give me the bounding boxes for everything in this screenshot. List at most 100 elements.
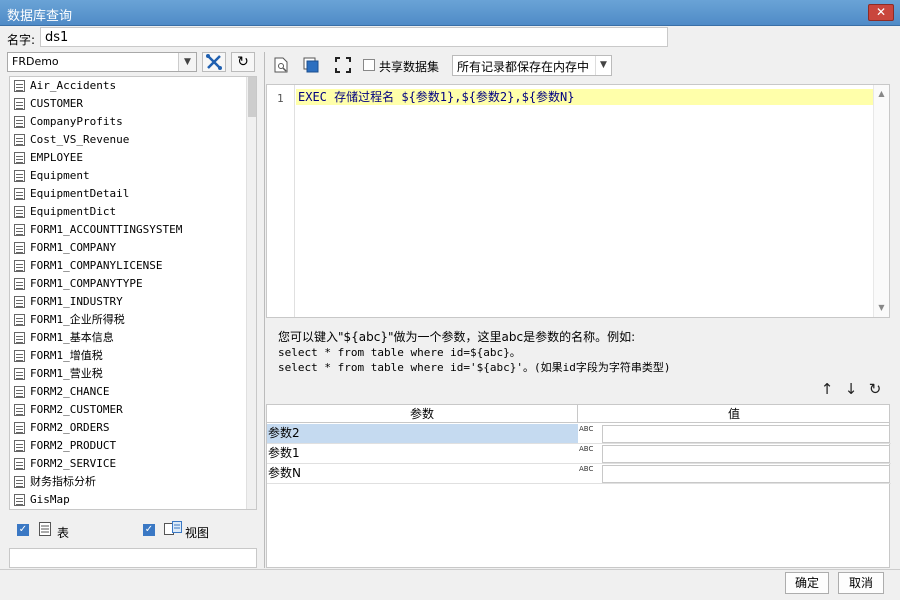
scroll-down-icon[interactable]: ▼ [874, 301, 889, 315]
tools-icon [206, 54, 222, 70]
scroll-up-icon[interactable]: ▲ [874, 87, 889, 101]
table-icon [39, 522, 51, 536]
close-button[interactable]: ✕ [868, 4, 894, 21]
table-list-scrollbar[interactable] [246, 77, 256, 509]
refresh-tables-button[interactable]: ↻ [231, 52, 255, 72]
show-tables-label: 表 [57, 526, 70, 540]
table-list-item[interactable]: 财务指标分析 [10, 473, 256, 491]
table-icon [14, 278, 25, 290]
table-name: EquipmentDetail [30, 187, 130, 200]
parameter-hint: 您可以键入"${abc}"做为一个参数，这里abc是参数的名称。例如: sele… [278, 328, 878, 374]
string-type-icon[interactable]: ABC [579, 465, 601, 483]
table-icon [14, 404, 25, 416]
left-panel: FRDemo ▼ ↻ Air_Accidents CUSTOMER CompanyP… [7, 52, 259, 568]
table-icon [14, 116, 25, 128]
parameter-table: 参数 值 参数2 ABC 参数1 ABC 参数N ABC [266, 404, 891, 568]
sql-code-line[interactable]: EXEC 存储过程名 ${参数1},${参数2},${参数N} [296, 89, 874, 105]
arrow-up-icon[interactable]: ↑ [818, 380, 836, 398]
table-list-item[interactable]: CUSTOMER [10, 95, 256, 113]
table-name: EMPLOYEE [30, 151, 83, 164]
share-dataset-label: 共享数据集 [379, 60, 440, 74]
arrow-down-icon[interactable]: ↓ [842, 380, 860, 398]
name-input[interactable] [40, 27, 668, 47]
table-icon [14, 296, 25, 308]
maximize-editor-button[interactable] [332, 54, 354, 76]
parameter-name[interactable]: 参数N [267, 464, 578, 483]
hint-line-3: select * from table where id='${abc}'。(如… [278, 361, 671, 374]
table-name: FORM1_INDUSTRY [30, 295, 123, 308]
table-name: FORM2_SERVICE [30, 457, 117, 470]
table-list-item[interactable]: FORM2_ORDERS [10, 419, 256, 437]
table-list-item[interactable]: FORM2_SERVICE [10, 455, 256, 473]
table-list-item[interactable]: EMPLOYEE [10, 149, 256, 167]
table-list-item[interactable]: EquipmentDict [10, 203, 256, 221]
table-list-item[interactable]: Air_Accidents [10, 77, 256, 95]
column-header-parameter[interactable]: 参数 [267, 405, 578, 423]
table-list-item[interactable]: FORM1_ACCOUNTTINGSYSTEM [10, 221, 256, 239]
ok-button[interactable]: 确定 [785, 572, 829, 594]
table-list[interactable]: Air_Accidents CUSTOMER CompanyProfits Cost_… [9, 76, 257, 510]
connection-settings-button[interactable] [202, 52, 226, 72]
table-list-item[interactable]: CompanyProfits [10, 113, 256, 131]
parameter-table-header: 参数 值 [267, 405, 889, 423]
storage-mode-value: 所有记录都保存在内存中 [457, 60, 590, 74]
close-icon: ✕ [875, 5, 887, 19]
table-list-item[interactable]: Cost_VS_Revenue [10, 131, 256, 149]
table-list-item[interactable]: FORM1_COMPANY [10, 239, 256, 257]
table-icon [14, 386, 25, 398]
panel-divider[interactable] [264, 52, 265, 568]
show-views-checkbox[interactable]: ✓ [143, 524, 155, 536]
table-list-item[interactable]: FORM2_CHANCE [10, 383, 256, 401]
parameter-name[interactable]: 参数1 [267, 444, 578, 463]
table-search-input[interactable] [9, 548, 257, 568]
table-list-item[interactable]: FORM1_COMPANYTYPE [10, 275, 256, 293]
string-type-icon[interactable]: ABC [579, 445, 601, 463]
parameter-name[interactable]: 参数2 [267, 424, 578, 443]
table-list-item[interactable]: EquipmentDetail [10, 185, 256, 203]
table-icon [14, 224, 25, 236]
object-type-filters: ✓ 表 ✓ 视图 [9, 518, 257, 544]
table-icon [14, 476, 25, 488]
chevron-down-icon: ▼ [595, 56, 611, 75]
export-button[interactable] [300, 54, 322, 76]
table-name: GisMap [30, 493, 70, 506]
parameter-value-input[interactable] [602, 445, 890, 463]
table-list-item[interactable]: FORM1_COMPANYLICENSE [10, 257, 256, 275]
table-list-item[interactable]: FORM2_CUSTOMER [10, 401, 256, 419]
sql-editor[interactable]: 1 EXEC 存储过程名 ${参数1},${参数2},${参数N} ▲ ▼ [266, 84, 890, 318]
parameter-value-input[interactable] [602, 425, 890, 443]
storage-mode-select[interactable]: 所有记录都保存在内存中 ▼ [452, 55, 612, 76]
column-header-value[interactable]: 值 [579, 405, 889, 423]
line-number: 1 [277, 92, 284, 105]
table-list-item[interactable]: FORM1_基本信息 [10, 329, 256, 347]
database-select[interactable]: FRDemo ▼ [7, 52, 197, 72]
table-list-item[interactable]: FORM1_企业所得税 [10, 311, 256, 329]
cancel-button[interactable]: 取消 [838, 572, 884, 594]
parameter-value-input[interactable] [602, 465, 890, 483]
table-name: FORM2_CHANCE [30, 385, 110, 398]
editor-scrollbar[interactable]: ▲ ▼ [873, 85, 889, 317]
table-list-item[interactable]: FORM1_营业税 [10, 365, 256, 383]
table-list-item[interactable]: FORM1_INDUSTRY [10, 293, 256, 311]
parameter-row[interactable]: 参数2 ABC [267, 424, 891, 444]
parameter-row[interactable]: 参数N ABC [267, 464, 891, 484]
table-icon [14, 494, 25, 506]
table-name: FORM1_增值税 [30, 349, 103, 362]
table-list-item[interactable]: FORM2_PRODUCT [10, 437, 256, 455]
preview-icon [274, 57, 288, 73]
database-select-value: FRDemo [12, 55, 59, 68]
string-type-icon[interactable]: ABC [579, 425, 601, 443]
name-label: 名字: [7, 33, 36, 47]
table-list-item[interactable]: GisMap [10, 491, 256, 509]
hint-line-2: select * from table where id=${abc}。 [278, 346, 521, 359]
table-list-item[interactable]: FORM1_增值税 [10, 347, 256, 365]
parameter-row[interactable]: 参数1 ABC [267, 444, 891, 464]
preview-button[interactable] [270, 54, 292, 76]
share-dataset-checkbox[interactable] [363, 59, 375, 71]
refresh-icon[interactable]: ↻ [866, 380, 884, 398]
export-icon [303, 57, 319, 73]
table-icon [14, 332, 25, 344]
table-icon [14, 152, 25, 164]
show-tables-checkbox[interactable]: ✓ [17, 524, 29, 536]
table-list-item[interactable]: Equipment [10, 167, 256, 185]
